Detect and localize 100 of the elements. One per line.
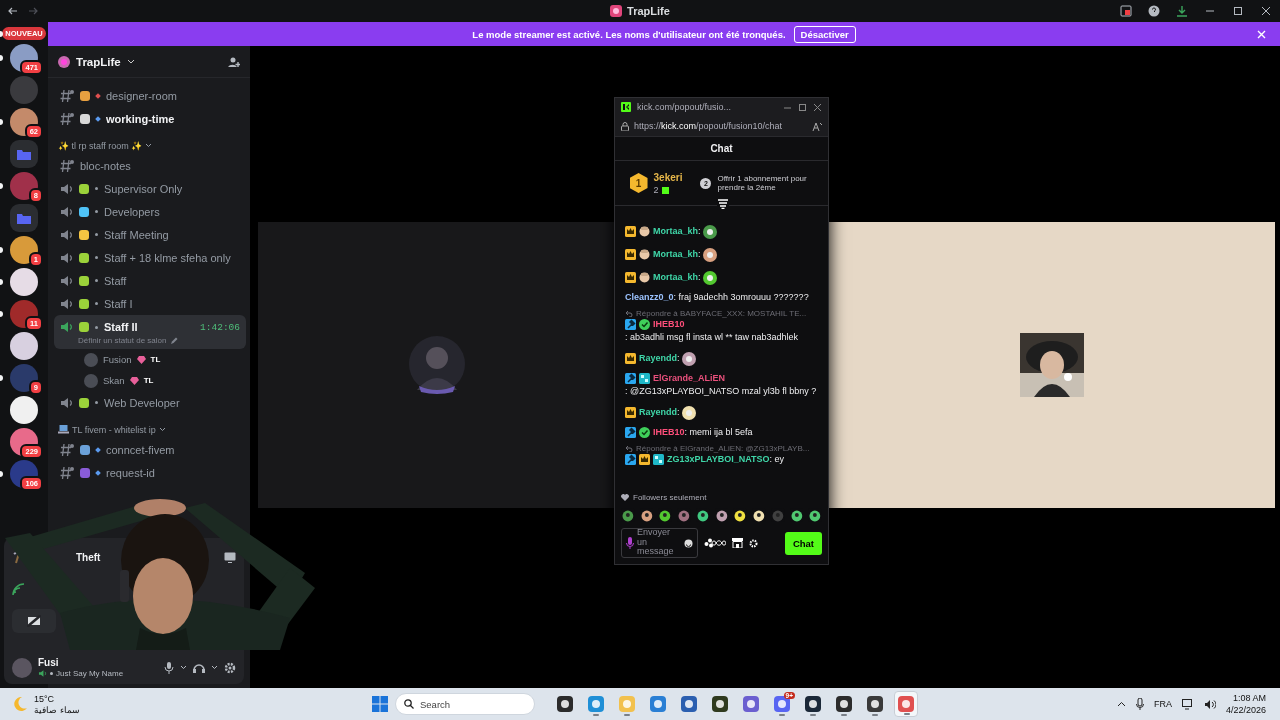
- smiley-icon[interactable]: [684, 538, 693, 548]
- emote-icon[interactable]: [752, 508, 766, 522]
- chevron-down-icon: [145, 143, 153, 148]
- username[interactable]: Cleanzz0_0: [625, 291, 674, 304]
- network-icon[interactable]: [1181, 698, 1194, 710]
- server-folder[interactable]: [10, 140, 38, 168]
- message-text: :: [677, 351, 680, 365]
- server-icon: [610, 5, 623, 17]
- settings-icon[interactable]: [224, 661, 236, 674]
- clock-time[interactable]: 1:08 AM: [1232, 693, 1266, 703]
- channel-name[interactable]: Supervisor Only: [104, 182, 183, 195]
- maximize-icon[interactable]: [1232, 5, 1244, 17]
- back-arrow-icon[interactable]: [8, 6, 18, 16]
- message-input[interactable]: Envoyer un message: [621, 528, 698, 558]
- username[interactable]: IHEB10: [653, 318, 685, 331]
- channel-name[interactable]: conncet-fivem: [106, 443, 175, 456]
- clock-date[interactable]: 4/22/2026: [1225, 705, 1266, 715]
- volume-icon[interactable]: [1203, 698, 1216, 710]
- store-icon[interactable]: [732, 538, 743, 548]
- voice-channel-icon: [60, 320, 73, 334]
- headphones-icon[interactable]: [193, 662, 205, 673]
- inbox-icon[interactable]: [1120, 5, 1132, 17]
- maximize-icon[interactable]: [798, 102, 807, 112]
- deactivate-button[interactable]: Désactiver: [793, 25, 856, 43]
- emote-icon[interactable]: [714, 508, 729, 522]
- server-folder[interactable]: [10, 204, 38, 232]
- category-name[interactable]: ✨ tl rp staff room ✨: [58, 140, 143, 151]
- microphone-icon[interactable]: [1135, 698, 1144, 710]
- channel-name[interactable]: working-time: [106, 112, 175, 125]
- username[interactable]: ElGrande_ALiEN: [653, 372, 726, 385]
- username[interactable]: IHEB10: [653, 426, 685, 439]
- member-name[interactable]: Skan: [103, 375, 125, 386]
- emote-icon[interactable]: [808, 508, 823, 522]
- server-icon[interactable]: [10, 236, 38, 264]
- connection-icon: [12, 582, 25, 596]
- server-name[interactable]: TrapLife: [76, 55, 121, 68]
- username[interactable]: ZG13xPLAYBOI_NATSO: [667, 453, 770, 466]
- server-icon[interactable]: [10, 172, 38, 200]
- emote-icon[interactable]: [733, 508, 748, 522]
- server-icon[interactable]: [10, 332, 38, 360]
- microphone-icon[interactable]: [626, 537, 634, 549]
- username[interactable]: Rayendd: [639, 351, 677, 365]
- pencil-icon: [169, 336, 178, 345]
- close-icon[interactable]: [813, 102, 822, 112]
- message-text: :: [698, 247, 701, 261]
- username[interactable]: Mortaa_kh: [653, 270, 698, 284]
- laptop-icon: [58, 425, 69, 434]
- windows-start-icon[interactable]: [372, 696, 388, 712]
- emote-icon[interactable]: [789, 508, 804, 522]
- username[interactable]: Mortaa_kh: [653, 224, 698, 238]
- input-language[interactable]: FRA: [1153, 699, 1172, 709]
- username[interactable]: Mortaa_kh: [653, 247, 698, 261]
- emote-picker-icon[interactable]: [704, 538, 726, 548]
- screen-share-icon[interactable]: [224, 551, 236, 563]
- channel-name[interactable]: Staff + 18 klme sfeha only: [104, 251, 231, 264]
- microphone-icon[interactable]: [164, 661, 174, 674]
- search-field[interactable]: Search: [395, 693, 535, 715]
- member-name[interactable]: Fusion: [103, 354, 132, 365]
- download-icon[interactable]: [1176, 5, 1188, 17]
- user-name: Fusi: [38, 657, 60, 668]
- message-text: :: [698, 270, 701, 284]
- avatar: [84, 373, 98, 388]
- channel-name[interactable]: Staff II: [104, 321, 138, 333]
- message-text: : fraj 9adechh 3omrouuu ???????: [673, 291, 809, 304]
- server-icon[interactable]: [10, 364, 38, 392]
- voice-channel-icon: [60, 273, 73, 288]
- channel-name[interactable]: Staff: [104, 274, 127, 287]
- chevron-down-icon[interactable]: [211, 665, 218, 670]
- banner-message: Le mode streamer est activé. Les noms d'utilisateur ont été tronqués.: [472, 28, 786, 40]
- voice-channel-icon: [60, 296, 73, 311]
- emote-icon[interactable]: [639, 508, 654, 522]
- server-icon[interactable]: [10, 396, 38, 424]
- channel-name[interactable]: designer-room: [106, 89, 177, 102]
- add-member-icon[interactable]: [228, 55, 240, 68]
- channel-name[interactable]: Web Developer: [104, 396, 180, 409]
- voice-channel-icon: [60, 181, 73, 196]
- reply-context: Répondre à ElGrande_ALiEN: @ZG13xPLAYB...: [636, 444, 810, 453]
- close-icon[interactable]: [1260, 5, 1272, 17]
- reply-icon: [625, 445, 633, 452]
- username[interactable]: Rayendd: [639, 405, 677, 419]
- channel-status-hint[interactable]: Définir un statut de salon: [78, 336, 167, 345]
- text-channel-icon: [60, 442, 74, 457]
- user-status: Just Say My Name: [56, 669, 124, 678]
- channel-name[interactable]: request-id: [106, 466, 155, 479]
- emote-icon[interactable]: [695, 508, 710, 522]
- send-chat-button[interactable]: Chat: [784, 531, 822, 555]
- filter-icon[interactable]: [717, 199, 729, 209]
- chevron-up-icon[interactable]: [1116, 701, 1126, 707]
- emote-icon[interactable]: [658, 508, 673, 522]
- server-icon[interactable]: [10, 268, 38, 296]
- channel-name[interactable]: Staff Meeting: [104, 228, 169, 241]
- channel-name[interactable]: Staff I: [104, 297, 133, 310]
- server-icon: [58, 55, 70, 68]
- category-name[interactable]: TL fivem - whitelist ip: [72, 424, 156, 435]
- channel-name[interactable]: Developers: [104, 205, 160, 218]
- camera-off-button[interactable]: [12, 609, 56, 633]
- chevron-down-icon[interactable]: [180, 665, 187, 670]
- help-icon[interactable]: [1148, 5, 1160, 17]
- reader-icon[interactable]: [812, 121, 822, 131]
- channel-name[interactable]: bloc-notes: [80, 159, 131, 172]
